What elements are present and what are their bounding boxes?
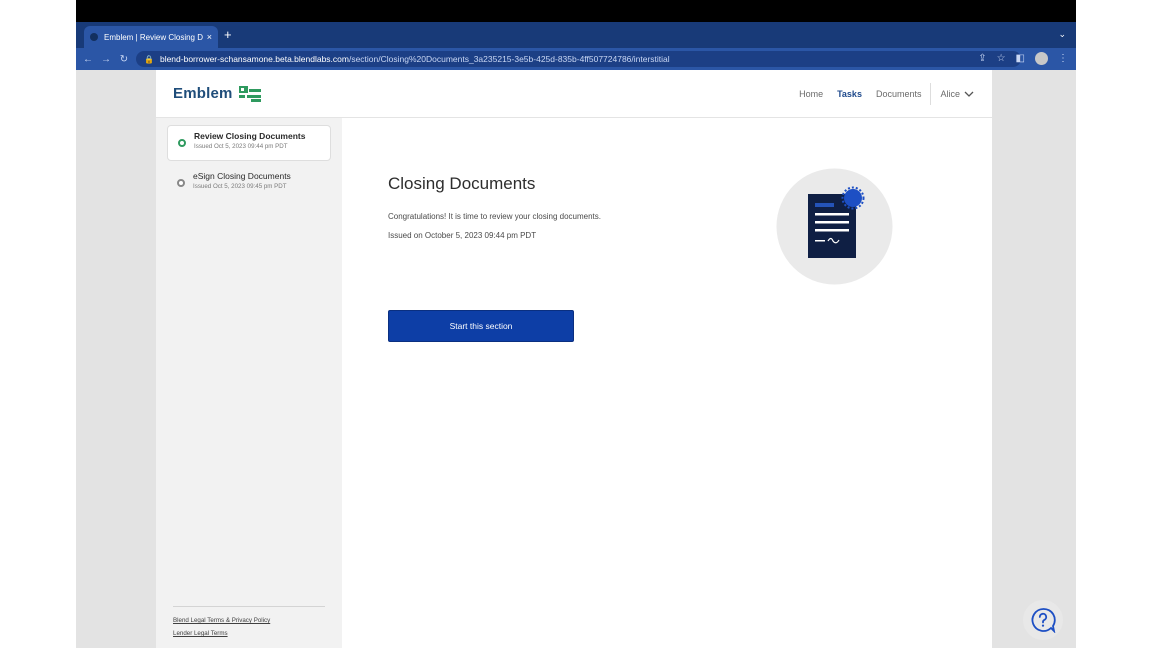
- browser-menu-icon[interactable]: ⋮: [1058, 53, 1068, 64]
- url-host: blend-borrower-schansamone.beta.blendlab…: [159, 54, 349, 64]
- nav-divider: [930, 83, 932, 105]
- new-tab-button[interactable]: +: [224, 28, 232, 42]
- forward-arrow-icon[interactable]: →: [97, 54, 115, 65]
- step-subtitle: Issued Oct 5, 2023 09:45 pm PDT: [193, 183, 287, 190]
- lender-legal-terms-link[interactable]: Lender Legal Terms: [173, 630, 325, 637]
- help-button[interactable]: [1023, 600, 1063, 640]
- sidebar-footer: Blend Legal Terms & Privacy Policy Lende…: [173, 606, 325, 643]
- share-icon[interactable]: ⇪: [978, 53, 986, 64]
- bookmark-star-icon[interactable]: ☆: [997, 53, 1006, 64]
- app-header: Emblem Home Tasks Documents Alice: [156, 70, 992, 118]
- favicon-icon: [90, 33, 98, 41]
- step-status-dot: [178, 139, 186, 147]
- step-title: Review Closing Documents: [194, 131, 306, 141]
- reload-icon[interactable]: ↻: [115, 54, 133, 65]
- side-panel-icon[interactable]: ◧: [1016, 53, 1025, 64]
- screen-top-bar: [76, 0, 1076, 22]
- browser-tab-title: Emblem | Review Closing Docu: [104, 32, 203, 42]
- user-name: Alice: [940, 89, 960, 99]
- profile-avatar[interactable]: [1035, 52, 1048, 65]
- chevron-down-icon: [964, 91, 974, 97]
- step-status-dot: [177, 179, 185, 187]
- help-bubble-icon: [1031, 608, 1056, 633]
- step-subtitle: Issued Oct 5, 2023 09:44 pm PDT: [194, 143, 288, 150]
- brand-name: Emblem: [173, 85, 233, 102]
- brand-logo[interactable]: Emblem: [173, 85, 261, 102]
- browser-tab-strip: Emblem | Review Closing Docu × + ⌄: [76, 22, 1076, 48]
- sidebar-step-esign-closing-documents[interactable]: eSign Closing Documents Issued Oct 5, 20…: [167, 166, 331, 202]
- screen-gutter-right: [1076, 0, 1152, 648]
- document-with-seal-icon: [776, 168, 893, 285]
- sidebar-step-review-closing-documents[interactable]: Review Closing Documents Issued Oct 5, 2…: [167, 125, 331, 161]
- address-bar[interactable]: 🔒 blend-borrower-schansamone.beta.blendl…: [136, 51, 1021, 67]
- nav-documents[interactable]: Documents: [876, 89, 922, 99]
- main-content: Closing Documents Congratulations! It is…: [342, 118, 992, 648]
- issued-date: Issued on October 5, 2023 09:44 pm PDT: [388, 231, 537, 240]
- page-viewport: Emblem Home Tasks Documents Alice Review…: [76, 70, 1076, 648]
- lock-icon: 🔒: [144, 54, 154, 64]
- url-path: /section/Closing%20Documents_3a235215-3e…: [348, 54, 670, 64]
- tab-search-icon[interactable]: ⌄: [1058, 29, 1066, 40]
- task-sidebar: Review Closing Documents Issued Oct 5, 2…: [156, 118, 342, 648]
- brand-mark-icon: [238, 85, 261, 102]
- start-section-button[interactable]: Start this section: [388, 310, 574, 342]
- tab-close-icon[interactable]: ×: [207, 32, 212, 42]
- congrats-message: Congratulations! It is time to review yo…: [388, 212, 601, 221]
- app-container: Emblem Home Tasks Documents Alice Review…: [156, 70, 1063, 648]
- top-nav: Home Tasks Documents Alice: [785, 70, 974, 118]
- step-title: eSign Closing Documents: [193, 171, 291, 181]
- browser-tab[interactable]: Emblem | Review Closing Docu ×: [84, 26, 218, 48]
- nav-tasks[interactable]: Tasks: [837, 89, 862, 99]
- blend-legal-terms-link[interactable]: Blend Legal Terms & Privacy Policy: [173, 617, 325, 624]
- nav-home[interactable]: Home: [799, 89, 823, 99]
- user-menu[interactable]: Alice: [940, 89, 974, 99]
- back-arrow-icon[interactable]: ←: [79, 54, 97, 65]
- browser-toolbar: ← → ↻ 🔒 blend-borrower-schansamone.beta.…: [76, 48, 1076, 70]
- page-title: Closing Documents: [388, 174, 536, 193]
- screen-gutter-left: [0, 0, 76, 648]
